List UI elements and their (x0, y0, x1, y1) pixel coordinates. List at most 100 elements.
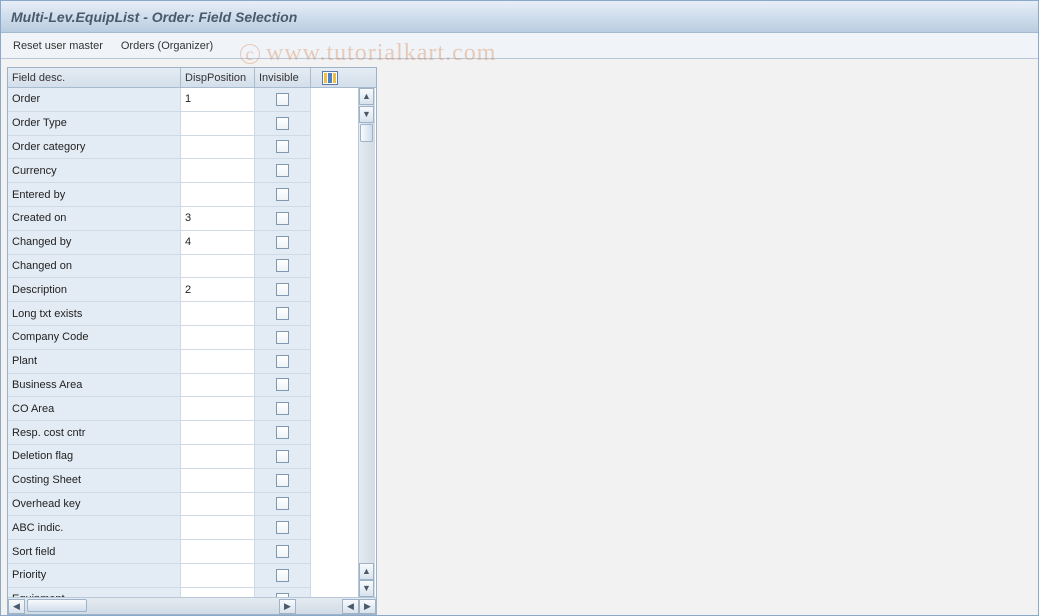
invisible-checkbox[interactable] (276, 450, 289, 463)
invisible-checkbox[interactable] (276, 402, 289, 415)
invisible-checkbox[interactable] (276, 164, 289, 177)
disp-position-input[interactable] (181, 350, 255, 373)
disp-position-input[interactable]: 4 (181, 231, 255, 254)
column-header-field-desc[interactable]: Field desc. (8, 68, 181, 87)
invisible-checkbox[interactable] (276, 569, 289, 582)
field-desc-cell: Changed on (8, 255, 181, 278)
disp-position-input[interactable] (181, 159, 255, 182)
scroll-page-down-button[interactable]: ▼ (359, 106, 374, 123)
field-desc-cell: Resp. cost cntr (8, 421, 181, 444)
invisible-checkbox[interactable] (276, 283, 289, 296)
table-body: Order1Order TypeOrder categoryCurrencyEn… (8, 88, 376, 597)
disp-position-input[interactable]: 1 (181, 88, 255, 111)
invisible-checkbox[interactable] (276, 307, 289, 320)
column-header-disp-position[interactable]: DispPosition (181, 68, 255, 87)
table-row: CO Area (8, 397, 311, 421)
disp-position-input[interactable] (181, 183, 255, 206)
scroll-right-inner-button[interactable]: ▶ (279, 599, 296, 614)
title-bar: Multi-Lev.EquipList - Order: Field Selec… (1, 1, 1038, 33)
scroll-left-button[interactable]: ◀ (8, 599, 25, 614)
disp-position-input[interactable] (181, 136, 255, 159)
invisible-checkbox[interactable] (276, 497, 289, 510)
invisible-checkbox[interactable] (276, 188, 289, 201)
horizontal-scrollbar[interactable]: ◀ ▶ ◀ ▶ (8, 597, 376, 614)
disp-position-input[interactable]: 3 (181, 207, 255, 230)
invisible-checkbox[interactable] (276, 331, 289, 344)
disp-position-input[interactable] (181, 564, 255, 587)
triangle-down-icon: ▼ (362, 584, 371, 593)
field-desc-cell: Description (8, 278, 181, 301)
invisible-checkbox[interactable] (276, 259, 289, 272)
hscroll-track[interactable] (25, 599, 279, 614)
disp-position-input[interactable] (181, 588, 255, 597)
invisible-checkbox[interactable] (276, 355, 289, 368)
invisible-cell (255, 421, 311, 444)
table-settings-icon[interactable] (322, 71, 338, 85)
invisible-checkbox[interactable] (276, 545, 289, 558)
disp-position-input[interactable] (181, 493, 255, 516)
invisible-checkbox[interactable] (276, 140, 289, 153)
field-desc-cell: Company Code (8, 326, 181, 349)
invisible-checkbox[interactable] (276, 378, 289, 391)
table-row: Entered by (8, 183, 311, 207)
scroll-down-button[interactable]: ▼ (359, 580, 374, 597)
application-toolbar: Reset user master Orders (Organizer) (1, 33, 1038, 59)
field-desc-cell: Plant (8, 350, 181, 373)
table-row: Deletion flag (8, 445, 311, 469)
app-window: Multi-Lev.EquipList - Order: Field Selec… (0, 0, 1039, 616)
invisible-cell (255, 397, 311, 420)
scroll-up-button[interactable]: ▲ (359, 88, 374, 105)
scroll-left-end-button[interactable]: ◀ (342, 599, 359, 614)
table-row: Changed on (8, 255, 311, 279)
field-desc-cell: Order category (8, 136, 181, 159)
invisible-cell (255, 255, 311, 278)
disp-position-input[interactable]: 2 (181, 278, 255, 301)
disp-position-input[interactable] (181, 445, 255, 468)
invisible-cell (255, 302, 311, 325)
invisible-checkbox[interactable] (276, 521, 289, 534)
field-desc-cell: Overhead key (8, 493, 181, 516)
invisible-cell (255, 88, 311, 111)
invisible-cell (255, 588, 311, 597)
disp-position-input[interactable] (181, 326, 255, 349)
hscroll-thumb[interactable] (27, 599, 87, 612)
scroll-right-end-button[interactable]: ▶ (359, 599, 376, 614)
table-row: Resp. cost cntr (8, 421, 311, 445)
table-row: Company Code (8, 326, 311, 350)
triangle-left-icon: ◀ (13, 602, 20, 611)
scroll-thumb[interactable] (360, 124, 373, 142)
page-title: Multi-Lev.EquipList - Order: Field Selec… (11, 9, 297, 25)
vertical-scrollbar[interactable]: ▲ ▼ ▲ ▼ (358, 88, 375, 597)
field-desc-cell: Priority (8, 564, 181, 587)
invisible-cell (255, 540, 311, 563)
invisible-checkbox[interactable] (276, 117, 289, 130)
orders-organizer-link[interactable]: Orders (Organizer) (121, 40, 213, 52)
invisible-checkbox[interactable] (276, 212, 289, 225)
field-desc-cell: Entered by (8, 183, 181, 206)
field-desc-cell: Long txt exists (8, 302, 181, 325)
field-desc-cell: Order (8, 88, 181, 111)
disp-position-input[interactable] (181, 469, 255, 492)
disp-position-input[interactable] (181, 112, 255, 135)
field-desc-cell: Costing Sheet (8, 469, 181, 492)
invisible-checkbox[interactable] (276, 474, 289, 487)
reset-user-master-link[interactable]: Reset user master (13, 40, 103, 52)
disp-position-input[interactable] (181, 516, 255, 539)
field-desc-cell: Equipment (8, 588, 181, 597)
field-desc-cell: Sort field (8, 540, 181, 563)
disp-position-input[interactable] (181, 397, 255, 420)
invisible-checkbox[interactable] (276, 426, 289, 439)
disp-position-input[interactable] (181, 421, 255, 444)
disp-position-input[interactable] (181, 374, 255, 397)
scroll-up-end-button[interactable]: ▲ (359, 563, 374, 580)
column-header-invisible[interactable]: Invisible (255, 68, 311, 87)
disp-position-input[interactable] (181, 540, 255, 563)
triangle-up-icon: ▲ (362, 567, 371, 576)
invisible-checkbox[interactable] (276, 236, 289, 249)
table-row: Overhead key (8, 493, 311, 517)
disp-position-input[interactable] (181, 255, 255, 278)
disp-position-input[interactable] (181, 302, 255, 325)
invisible-checkbox[interactable] (276, 93, 289, 106)
field-desc-cell: Currency (8, 159, 181, 182)
rows-area: Order1Order TypeOrder categoryCurrencyEn… (8, 88, 311, 597)
